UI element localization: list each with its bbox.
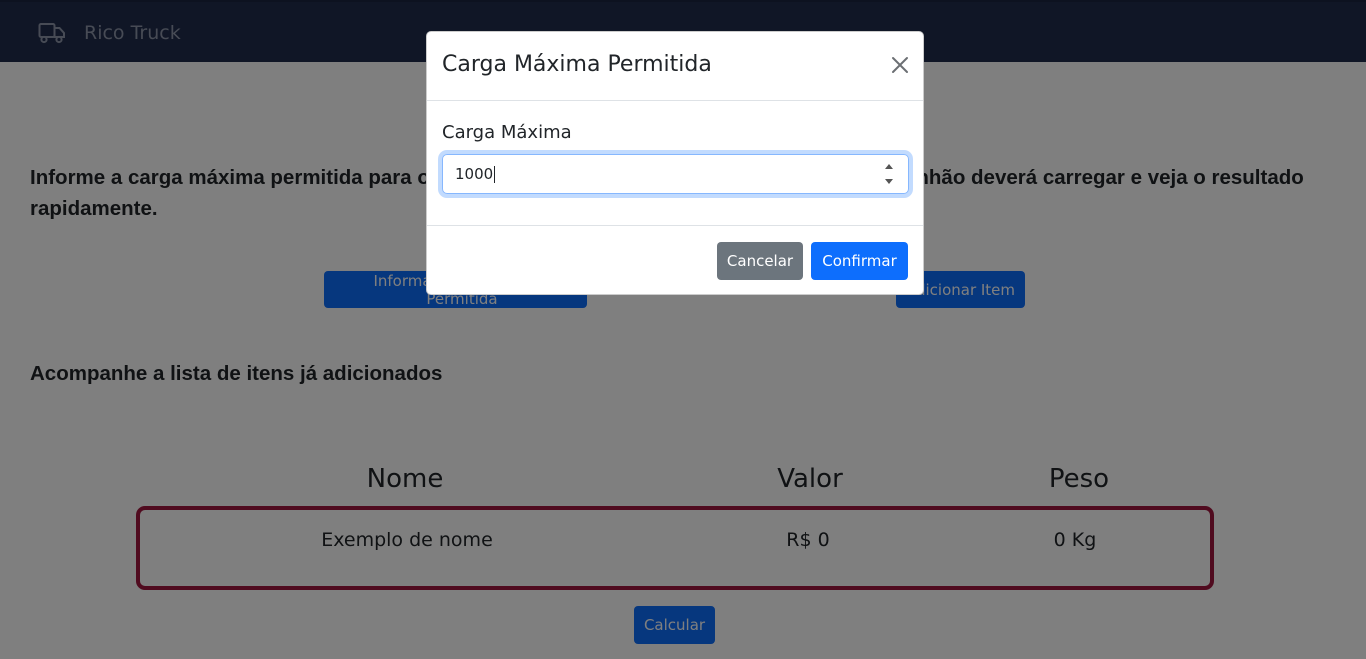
modal-header: Carga Máxima Permitida <box>427 32 923 101</box>
carga-maxima-modal: Carga Máxima Permitida Carga Máxima 1000… <box>426 31 924 295</box>
spin-down-icon[interactable] <box>885 179 893 185</box>
close-icon <box>892 57 908 73</box>
text-cursor <box>494 165 496 183</box>
confirm-button[interactable]: Confirmar <box>811 242 908 280</box>
carga-maxima-label: Carga Máxima <box>442 122 572 143</box>
cancel-button[interactable]: Cancelar <box>717 242 803 280</box>
modal-body: Carga Máxima 1000 <box>427 102 923 226</box>
number-spinner[interactable] <box>884 163 894 185</box>
close-button[interactable] <box>887 52 913 78</box>
carga-maxima-input[interactable]: 1000 <box>442 154 909 194</box>
modal-footer: Cancelar Confirmar <box>427 225 923 295</box>
carga-maxima-value: 1000 <box>455 165 494 183</box>
modal-title: Carga Máxima Permitida <box>442 52 712 77</box>
spin-up-icon[interactable] <box>885 163 893 169</box>
